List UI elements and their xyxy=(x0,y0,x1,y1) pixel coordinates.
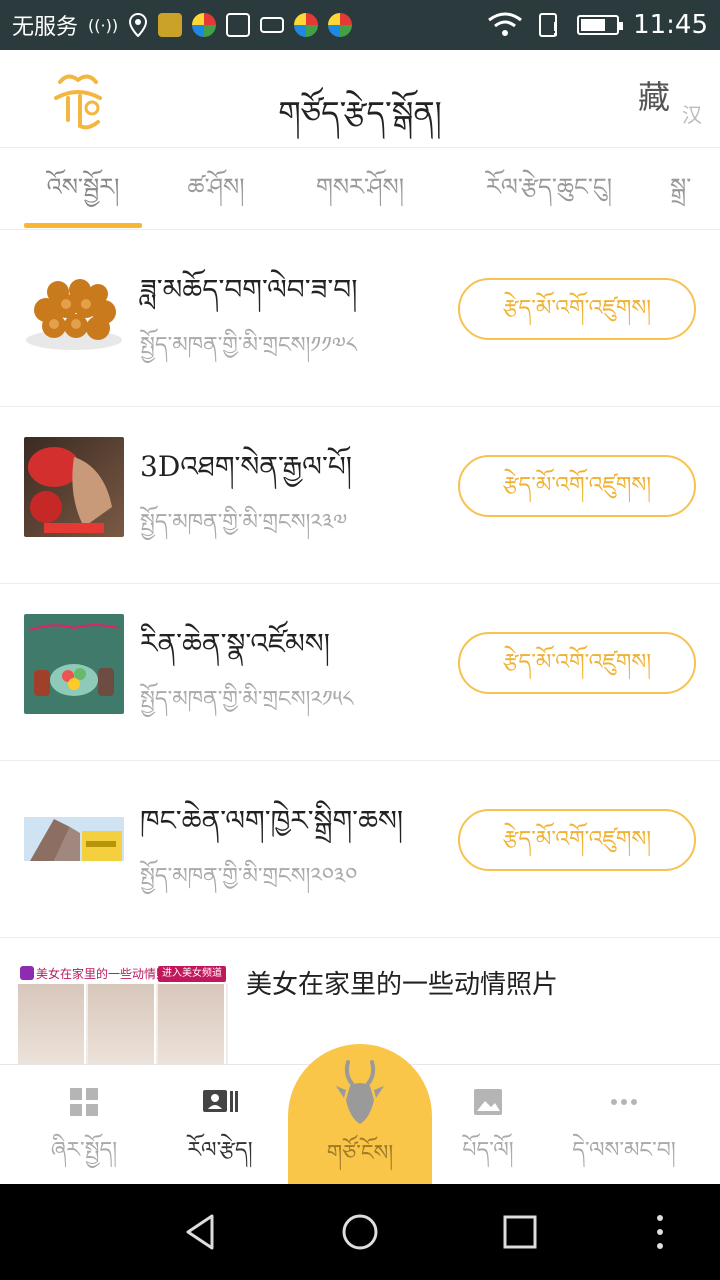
nav-label: པོད་ལོ། xyxy=(462,1138,514,1163)
nav-label: རོལ་རྩེད། xyxy=(187,1138,253,1163)
list-item[interactable]: 3Dའཐག་སེན་རྒྱལ་པོ། སྤྱོད་མཁན་གྱི་མི་གྲངས… xyxy=(0,407,720,584)
browser-notification-icon xyxy=(328,13,353,37)
start-game-button[interactable]: རྩེད་མོ་འགོ་འཛུགས། xyxy=(458,809,696,871)
tab-more-cut[interactable]: སྒྲ་ xyxy=(670,148,720,229)
more-icon xyxy=(611,1099,637,1105)
browser-notification-icon xyxy=(192,13,217,37)
player-count: སྤྱོད་མཁན་གྱི་མི་གྲངས།༢༡༥༨ xyxy=(140,687,354,712)
image-icon xyxy=(474,1089,502,1115)
ad-photo xyxy=(18,984,86,1073)
ad-image[interactable]: 美女在家里的一些动情照片 进入美女频道 xyxy=(18,964,228,1073)
player-count: སྤྱོད་མཁན་གྱི་མི་གྲངས།༡༡༧༨ xyxy=(140,333,357,358)
list-item[interactable]: རིན་ཆེན་སྣ་འཛོམས། སྤྱོད་མཁན་གྱི་མི་གྲངས།… xyxy=(0,584,720,761)
menu-icon[interactable] xyxy=(640,1212,680,1252)
nav-item-photos[interactable]: པོད་ལོ། xyxy=(416,1065,560,1185)
ad-photo xyxy=(88,984,156,1073)
status-bar: 无服务 ((·)) 11:45 xyxy=(0,0,720,50)
recents-icon[interactable] xyxy=(500,1212,540,1252)
browser-notification-icon xyxy=(294,13,319,37)
gallery-notification-icon xyxy=(226,13,251,37)
start-game-button[interactable]: རྩེད་མོ་འགོ་འཛུགས། xyxy=(458,455,696,517)
sim-alert-icon xyxy=(539,13,558,37)
tab-recommended[interactable]: འོས་སྦྱོར། xyxy=(24,148,142,229)
tab-hottest[interactable]: ཚ་ཤོས། xyxy=(166,148,266,229)
list-item[interactable]: ཁང་ཆེན་ལག་ཁྱེར་སྒྲིག་ཆས། སྤྱོད་མཁན་གྱི་མ… xyxy=(0,761,720,938)
antelope-icon xyxy=(336,1060,384,1124)
list-item[interactable]: ཟླ་མཆོད་བག་ལེབ་ཟ་བ། སྤྱོད་མཁན་གྱི་མི་གྲང… xyxy=(0,230,720,407)
start-game-button[interactable]: རྩེད་མོ་འགོ་འཛུགས། xyxy=(458,278,696,340)
nav-label: གཙོ་ངོས། xyxy=(326,1141,394,1166)
tab-newest[interactable]: གསར་ཤོས། xyxy=(296,148,424,229)
game-list: ཟླ་མཆོད་བག་ལེབ་ཟ་བ། སྤྱོད་མཁན་གྱི་མི་གྲང… xyxy=(0,230,720,1073)
id-card-icon xyxy=(203,1090,238,1112)
home-icon[interactable] xyxy=(340,1212,380,1252)
app-header: གཙོད་རྩེད་སྒོན། 藏 汉 xyxy=(0,50,720,148)
player-count: སྤྱོད་མཁན་གྱི་མི་གྲངས།༢༠༣༠ xyxy=(140,864,358,889)
ad-photo xyxy=(158,984,226,1073)
grid-icon xyxy=(70,1088,98,1116)
language-switch[interactable]: 藏 汉 xyxy=(638,72,702,128)
lang-tibetan[interactable]: 藏 xyxy=(638,72,670,118)
app-notification-icon xyxy=(158,13,183,37)
wifi-icon xyxy=(488,12,522,36)
nav-item-discover[interactable]: ཞིར་སྤྱོད། xyxy=(12,1065,156,1185)
nav-item-games[interactable]: རོལ་རྩེད། xyxy=(148,1065,292,1185)
nav-item-home[interactable]: གཙོ་ངོས། xyxy=(288,1044,432,1184)
lang-chinese[interactable]: 汉 xyxy=(682,99,702,128)
system-nav-bar xyxy=(0,1184,720,1280)
keyboard-notification-icon xyxy=(260,17,285,33)
nav-label: དེ་ལས་མང་བ། xyxy=(572,1138,676,1163)
ad-tag: 进入美女频道 xyxy=(158,966,226,982)
start-game-button[interactable]: རྩེད་མོ་འགོ་འཛུགས། xyxy=(458,632,696,694)
game-thumbnail[interactable] xyxy=(24,437,124,537)
battery-icon xyxy=(577,15,624,35)
carrier-label: 无服务 xyxy=(12,15,79,40)
category-tabs: འོས་སྦྱོར། ཚ་ཤོས། གསར་ཤོས། རོལ་རྩེད་ཆུང་… xyxy=(0,148,720,230)
tab-mini-games[interactable]: རོལ་རྩེད་ཆུང་ངུ། xyxy=(456,148,642,229)
clock: 11:45 xyxy=(633,10,708,40)
back-icon[interactable] xyxy=(180,1212,220,1252)
nav-item-more[interactable]: དེ་ལས་མང་བ། xyxy=(552,1065,696,1185)
game-thumbnail[interactable] xyxy=(24,791,124,891)
game-thumbnail[interactable] xyxy=(24,614,124,714)
ad-title: 美女在家里的一些动情照片 xyxy=(246,970,559,1000)
ad-v-icon xyxy=(20,966,34,980)
game-thumbnail[interactable] xyxy=(24,260,124,360)
nav-label: ཞིར་སྤྱོད། xyxy=(50,1138,118,1163)
location-icon xyxy=(129,13,148,37)
player-count: སྤྱོད་མཁན་གྱི་མི་གྲངས།༢༣༧ xyxy=(140,510,348,535)
active-tab-indicator xyxy=(24,223,142,228)
hotspot-icon: ((·)) xyxy=(88,15,119,35)
